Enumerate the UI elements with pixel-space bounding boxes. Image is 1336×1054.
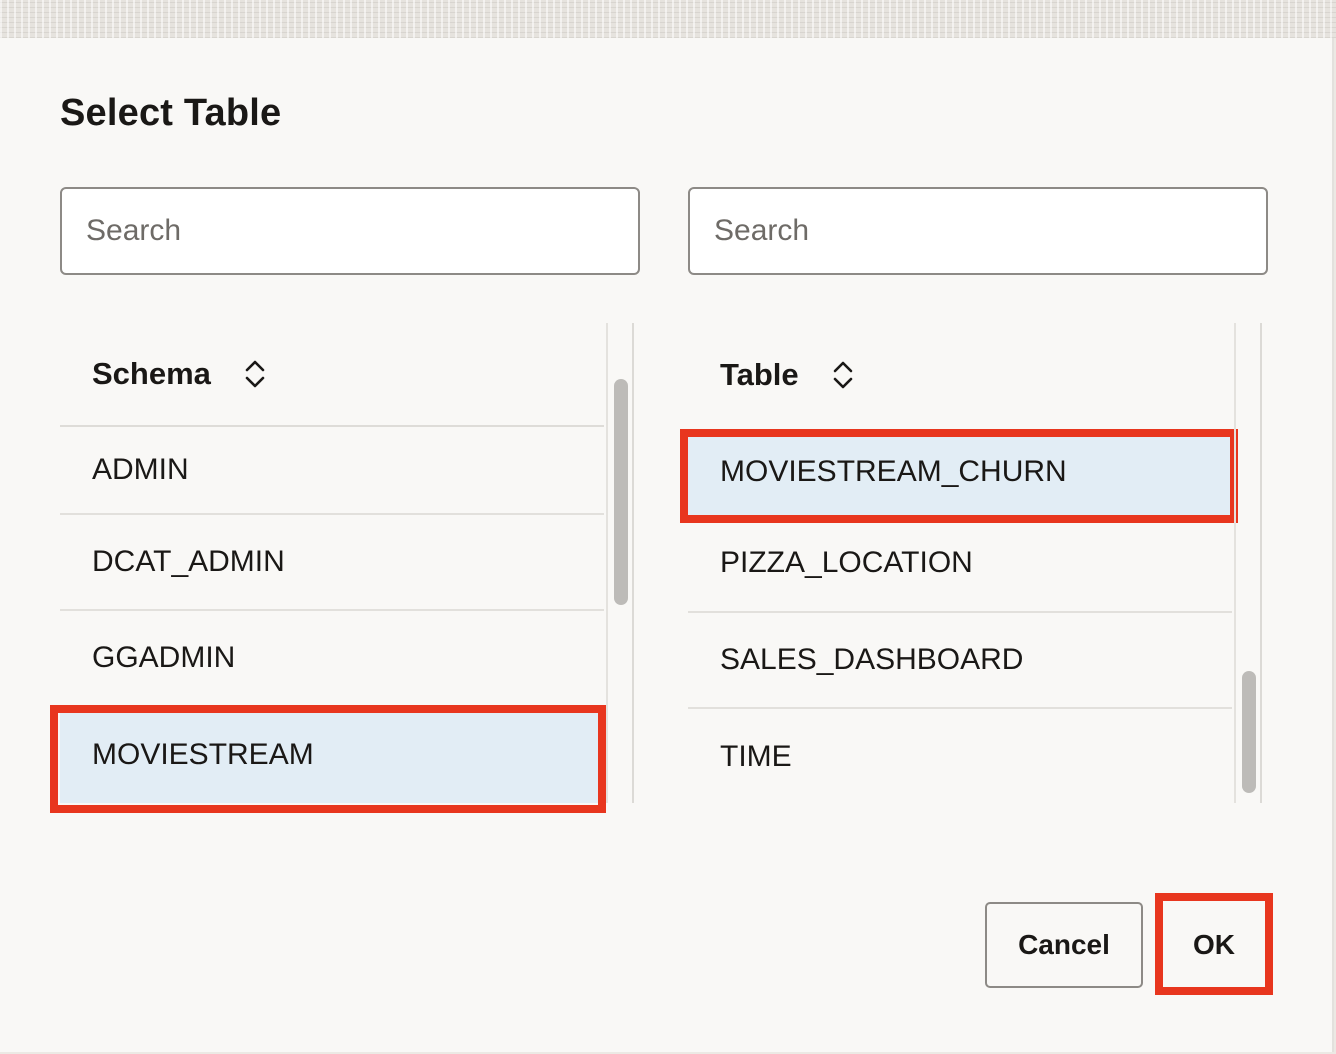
table-row-label: PIZZA_LOCATION: [720, 546, 973, 579]
dialog-title: Select Table: [60, 92, 282, 134]
table-list: Table MOVIESTREAM_CHURN PIZZA_LOCATION S…: [680, 323, 1262, 805]
schema-scrollbar[interactable]: [606, 323, 632, 803]
sort-icon[interactable]: [831, 359, 855, 391]
table-search-input[interactable]: [688, 187, 1268, 275]
table-header-label: Table: [720, 357, 799, 392]
table-row-sales-dashboard[interactable]: SALES_DASHBOARD: [688, 613, 1232, 709]
schema-scroll-thumb[interactable]: [614, 379, 628, 605]
table-row-time[interactable]: TIME: [688, 709, 1232, 805]
schema-list: Schema ADMIN DCAT_ADMIN GGADMIN MOVIESTR…: [50, 323, 634, 813]
schema-row-admin[interactable]: ADMIN: [60, 427, 604, 515]
schema-row-moviestream[interactable]: MOVIESTREAM: [50, 705, 606, 813]
schema-row-dcat-admin[interactable]: DCAT_ADMIN: [60, 515, 604, 611]
schema-header-label: Schema: [92, 356, 211, 391]
table-scrollbar[interactable]: [1234, 323, 1260, 803]
schema-search-input[interactable]: [60, 187, 640, 275]
schema-row-label: DCAT_ADMIN: [92, 545, 285, 578]
ok-button-highlight: [1155, 893, 1273, 995]
select-table-dialog: Select Table Schema ADMIN DCAT_ADMIN GGA…: [0, 38, 1334, 1052]
schema-row-label: MOVIESTREAM: [92, 738, 314, 771]
sort-icon[interactable]: [243, 358, 267, 390]
schema-row-label: ADMIN: [92, 453, 189, 486]
background-strip: [0, 0, 1336, 38]
table-row-label: SALES_DASHBOARD: [720, 643, 1024, 676]
table-scroll-thumb[interactable]: [1242, 671, 1256, 793]
table-row-label: TIME: [720, 740, 792, 773]
schema-column-header[interactable]: Schema: [60, 323, 604, 427]
cancel-button[interactable]: Cancel: [985, 902, 1143, 988]
table-row-pizza-location[interactable]: PIZZA_LOCATION: [688, 515, 1232, 613]
table-column-header[interactable]: Table: [688, 323, 1232, 427]
table-row-moviestream-churn[interactable]: MOVIESTREAM_CHURN: [680, 429, 1238, 523]
schema-row-label: GGADMIN: [92, 641, 236, 674]
table-row-label: MOVIESTREAM_CHURN: [720, 455, 1067, 488]
schema-row-ggadmin[interactable]: GGADMIN: [60, 611, 604, 707]
